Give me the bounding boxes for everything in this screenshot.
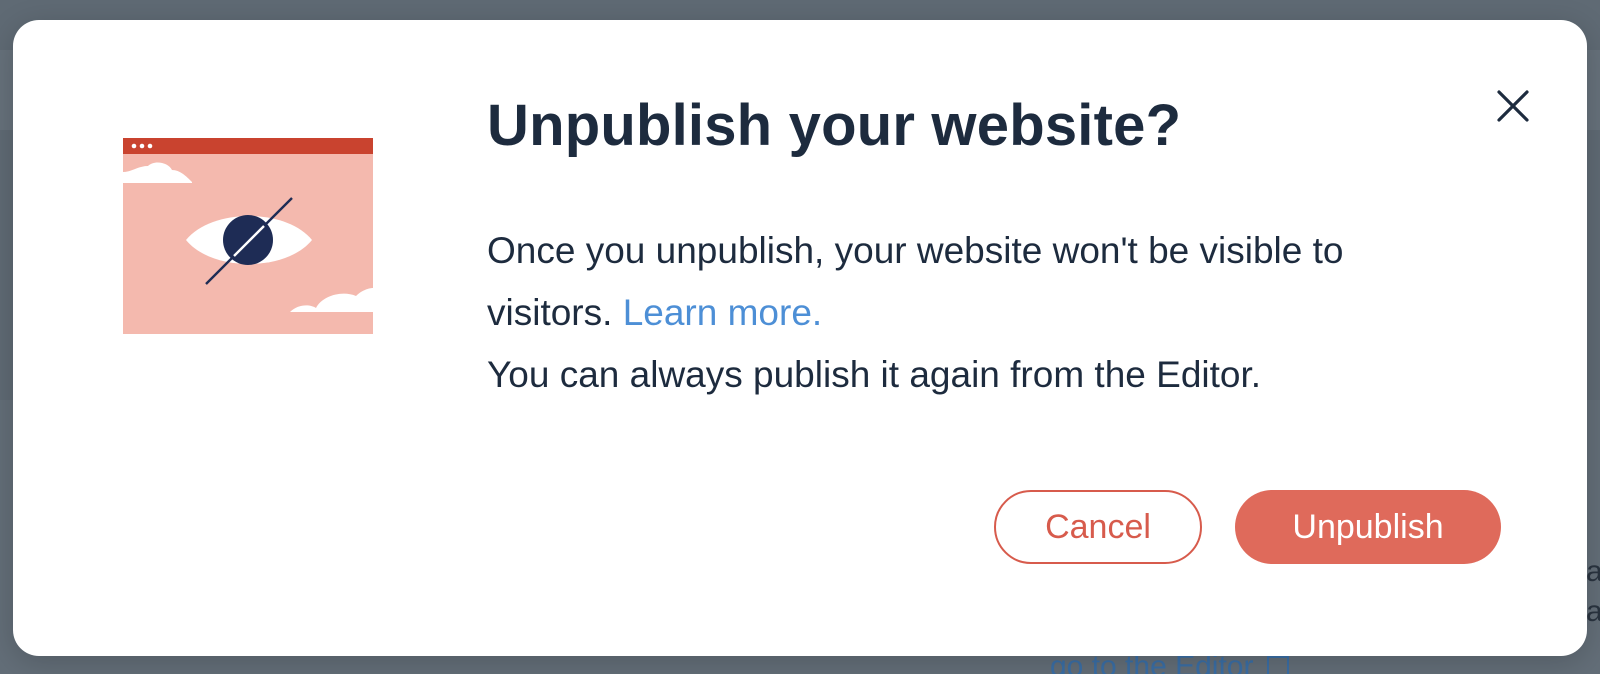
- unpublish-dialog: Unpublish your website? Once you unpubli…: [13, 20, 1587, 656]
- description-line-2-text: visitors.: [487, 292, 613, 333]
- close-icon: [1497, 90, 1529, 122]
- dialog-description: Once you unpublish, your website won't b…: [487, 220, 1527, 406]
- close-button[interactable]: [1493, 86, 1533, 126]
- learn-more-link[interactable]: Learn more.: [623, 292, 823, 333]
- description-line-2: visitors. Learn more.: [487, 282, 1527, 344]
- background-text-fragment: a: [1586, 595, 1600, 628]
- hidden-eye-browser-icon: [120, 136, 376, 336]
- description-line-3: You can always publish it again from the…: [487, 354, 1262, 395]
- unpublish-button[interactable]: Unpublish: [1235, 490, 1501, 564]
- external-link-icon: [1267, 656, 1290, 674]
- cancel-button[interactable]: Cancel: [994, 490, 1202, 564]
- dialog-title: Unpublish your website?: [487, 93, 1182, 158]
- description-line-1: Once you unpublish, your website won't b…: [487, 230, 1344, 271]
- background-text-fragment: a: [1586, 555, 1600, 588]
